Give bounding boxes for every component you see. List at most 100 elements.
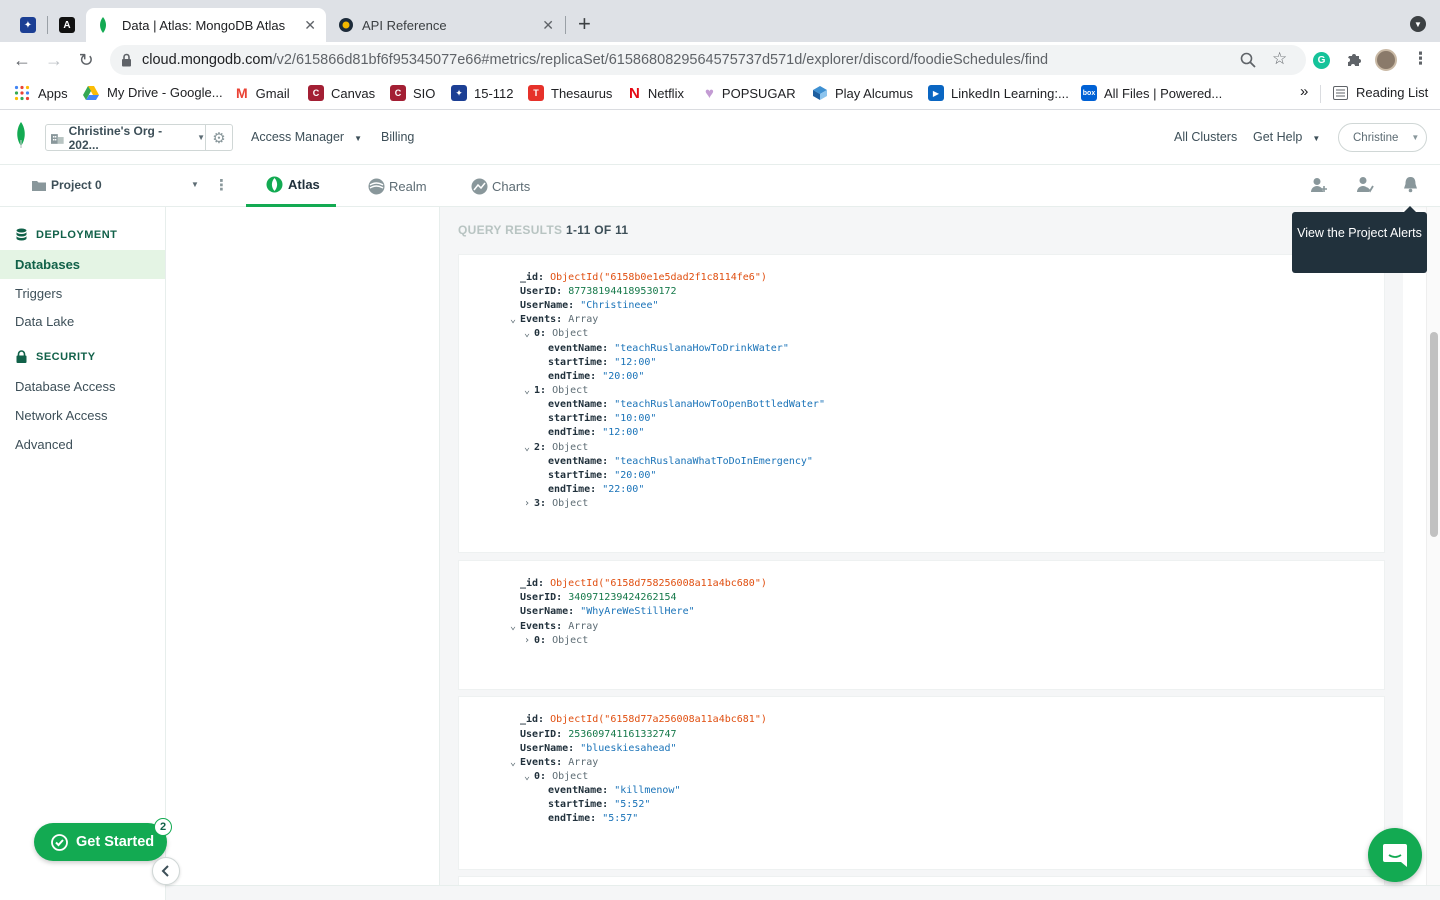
bookmark-my-drive[interactable]: My Drive - Google... [83,85,223,100]
all-clusters-link[interactable]: All Clusters [1174,130,1237,144]
sidebar-item-databases[interactable]: Databases [0,250,165,279]
org-selector[interactable]: Christine's Org - 202... ▼ [45,124,206,152]
chevron-right-icon[interactable]: › [524,497,534,511]
api-icon [339,18,353,32]
array-item[interactable]: ⌄ 0: Object [524,327,588,341]
star-icon[interactable]: ☆ [1272,49,1287,69]
chat-button[interactable] [1368,828,1422,882]
box-icon: box [1081,85,1097,101]
billing-link[interactable]: Billing [381,130,414,144]
bookmark-15-112[interactable]: ✦ 15-112 [451,85,514,101]
database-icon [16,228,27,241]
field-key: endTime: [548,371,597,382]
chevron-right-icon[interactable]: › [524,634,534,648]
array-item[interactable]: ⌄ 1: Object [524,384,588,398]
scrollbar-thumb[interactable] [1430,332,1438,537]
bookmark-canvas[interactable]: C Canvas [308,85,375,101]
grammarly-icon[interactable]: G [1313,52,1330,69]
chevron-down-icon[interactable]: ⌄ [524,441,534,455]
browser-toolbar: ← → ↻ cloud.mongodb.com/v2/615866d81bf6f… [0,42,1440,78]
field-events[interactable]: ⌄ Events: Array [510,313,598,327]
bookmark-thesaurus[interactable]: T Thesaurus [528,85,612,101]
field-endtime: endTime: "5:57" [548,812,638,826]
bookmark-play-alcumus[interactable]: Play Alcumus [812,85,913,101]
chevron-down-icon[interactable]: ⌄ [510,620,520,634]
document-card[interactable]: _id: ObjectId("6158b0e1e5dad2f1c8114fe6"… [458,254,1385,553]
reading-list[interactable]: Reading List [1333,85,1428,100]
scrollbar[interactable] [1426,207,1440,885]
field-value: "20:00" [602,371,645,382]
field-value: "blueskiesahead" [580,743,677,754]
address-bar[interactable]: cloud.mongodb.com/v2/615866d81bf6f953450… [110,45,1306,75]
mongodb-logo-icon[interactable] [15,122,27,148]
tab-api-reference[interactable]: API Reference ✕ [326,8,564,42]
field-events[interactable]: ⌄ Events: Array [510,620,598,634]
document-card[interactable]: _id: ObjectId("6158d758256008a11a4bc680"… [458,560,1385,690]
bell-icon[interactable] [1403,176,1418,193]
sidebar-item-network-access[interactable]: Network Access [0,401,165,430]
tab-charts[interactable]: Charts [471,165,530,207]
bookmark-label: My Drive - Google... [107,85,223,100]
org-settings-gear-icon[interactable]: ⚙ [206,124,233,151]
sidebar-item-advanced[interactable]: Advanced [0,430,165,459]
bookmark-popsugar[interactable]: ♥ POPSUGAR [705,85,796,102]
chevron-down-icon[interactable]: ▼ [191,180,199,189]
chevron-down-icon[interactable]: ⌄ [510,313,520,327]
bookmark-netflix[interactable]: N Netflix [629,85,684,102]
close-icon[interactable]: ✕ [542,17,554,34]
deployment-label: DEPLOYMENT [36,228,118,241]
bookmark-apps[interactable]: Apps [14,85,68,101]
profile-avatar[interactable] [1375,49,1397,71]
pinned-tab[interactable]: ✦ [10,8,46,42]
bookmark-gmail[interactable]: M Gmail [236,85,290,101]
bookmark-linkedin-learning[interactable]: ▶ LinkedIn Learning:... [928,85,1069,101]
activity-feed-icon[interactable] [1356,176,1374,194]
document-card[interactable]: _id: ObjectId("6158d77a256008a11a4bc681"… [458,696,1385,870]
chevron-down-icon[interactable]: ⌄ [510,756,520,770]
chevron-down-icon: ▼ [1312,134,1321,143]
new-tab-icon[interactable]: + [578,13,591,35]
field-userid: UserID: 340971239424262154 [520,591,677,605]
tab-title: Data | Atlas: MongoDB Atlas [122,17,286,33]
extensions-icon[interactable] [1346,52,1362,68]
get-help-menu[interactable]: Get Help ▼ [1253,130,1320,144]
get-started-button[interactable]: Get Started [34,823,167,861]
chevron-down-icon[interactable]: ⌄ [524,384,534,398]
project-selector[interactable]: Project 0 [32,178,102,192]
zoom-icon[interactable] [1240,52,1256,68]
bookmark-label: Canvas [331,85,376,101]
array-item[interactable]: › 0: Object [524,634,588,648]
array-item[interactable]: ⌄ 0: Object [524,770,588,784]
menu-icon[interactable]: ⋮ [1412,49,1429,69]
sidebar-item-triggers[interactable]: Triggers [0,279,165,308]
tab-realm[interactable]: Realm [368,165,427,207]
tab-atlas[interactable]: Data | Atlas: MongoDB Atlas ✕ [86,8,326,42]
document-card[interactable] [458,876,1385,885]
tab-search-icon[interactable]: ▼ [1410,16,1426,32]
forward-icon[interactable]: → [42,48,66,72]
sidebar-item-database-access[interactable]: Database Access [0,372,165,401]
access-manager-menu[interactable]: Access Manager ▼ [251,130,362,144]
project-more-icon[interactable]: ⋮ [214,176,229,194]
tab-atlas-product[interactable]: Atlas [246,165,336,207]
pinned-tab[interactable]: A [49,8,85,42]
collapse-sidebar-button[interactable] [152,857,180,885]
add-user-icon[interactable] [1311,177,1327,193]
chevron-down-icon: ▼ [1411,133,1420,142]
close-icon[interactable]: ✕ [304,17,316,34]
array-item[interactable]: › 3: Object [524,497,588,511]
tab-separator [565,16,566,34]
bookmark-sio[interactable]: C SIO [390,85,435,101]
cmu-icon: ✦ [20,17,36,33]
bookmarks-overflow-icon[interactable]: » [1300,83,1308,100]
user-menu[interactable]: Christine ▼ [1338,123,1427,152]
bookmark-all-files[interactable]: box All Files | Powered... [1081,85,1222,101]
array-item[interactable]: ⌄ 2: Object [524,441,588,455]
sidebar-item-data-lake[interactable]: Data Lake [0,307,165,336]
back-icon[interactable]: ← [10,48,34,72]
chevron-down-icon[interactable]: ⌄ [524,327,534,341]
field-events[interactable]: ⌄ Events: Array [510,756,598,770]
reload-icon[interactable]: ↻ [74,48,98,72]
field-value: 877381944189530172 [568,286,677,297]
chevron-down-icon[interactable]: ⌄ [524,770,534,784]
